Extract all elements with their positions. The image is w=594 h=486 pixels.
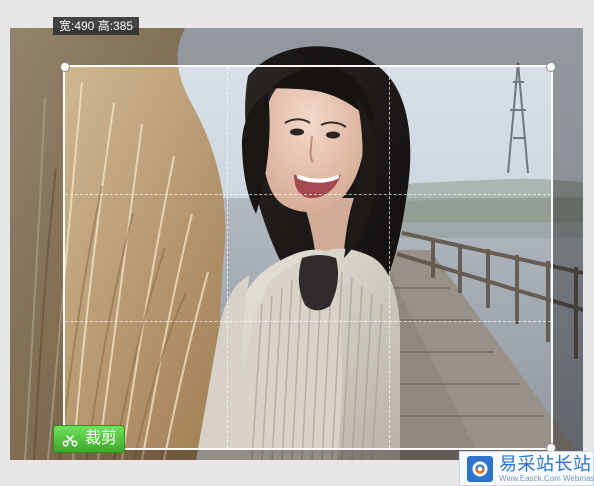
image-editor-stage xyxy=(10,28,583,460)
crop-handle-top-left[interactable] xyxy=(60,62,70,72)
crop-grid xyxy=(65,67,551,448)
watermark: 易采站长站 Www.Easck.Com Webmaster xyxy=(459,451,594,486)
crop-button[interactable]: 裁剪 xyxy=(53,425,125,453)
scissors-icon xyxy=(61,430,79,448)
logo-icon xyxy=(467,455,493,482)
crop-selection[interactable] xyxy=(60,62,556,453)
crop-grid-line xyxy=(388,67,390,448)
crop-grid-line xyxy=(65,193,551,195)
crop-handle-top-right[interactable] xyxy=(546,62,556,72)
crop-grid-line xyxy=(226,67,228,448)
watermark-text: 易采站长站 Www.Easck.Com Webmaster xyxy=(499,455,594,483)
crop-dimensions-label: 宽:490 高:385 xyxy=(53,17,140,35)
watermark-main: 易采站长站 xyxy=(499,453,592,474)
crop-button-label: 裁剪 xyxy=(84,430,117,447)
crop-grid-line xyxy=(65,320,551,322)
watermark-sub: Www.Easck.Com Webmaster xyxy=(499,473,594,483)
